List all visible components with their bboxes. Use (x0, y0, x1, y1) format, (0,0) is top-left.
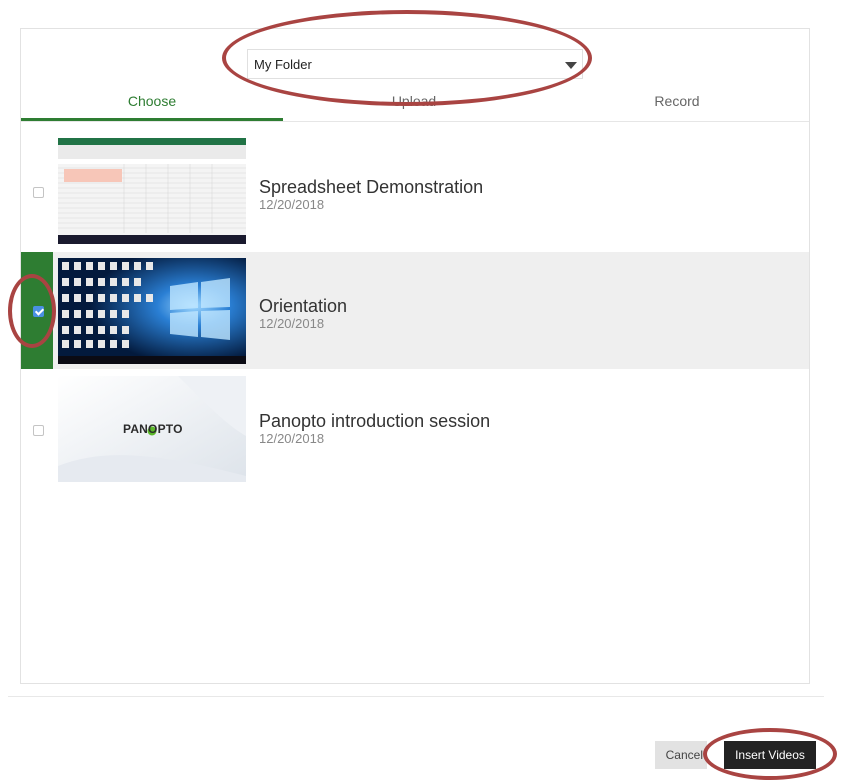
tab-bar: Choose Upload Record (21, 91, 809, 122)
footer-divider (8, 696, 824, 697)
video-date: 12/20/2018 (259, 316, 325, 331)
video-checkbox[interactable] (33, 425, 44, 436)
tab-choose[interactable]: Choose (21, 93, 283, 121)
folder-select[interactable]: My Folder (247, 49, 583, 79)
video-title[interactable]: Orientation (259, 296, 347, 317)
video-thumbnail: PANOPTO (58, 376, 246, 482)
video-picker-panel: My Folder Choose Upload Record Spreadshe… (20, 28, 810, 684)
video-thumbnail (58, 138, 246, 244)
panopto-logo: PANOPTO (123, 422, 183, 436)
video-date: 12/20/2018 (259, 431, 325, 446)
tab-record[interactable]: Record (545, 93, 809, 121)
video-date: 12/20/2018 (259, 197, 325, 212)
cancel-button[interactable]: Cancel (655, 741, 707, 769)
video-thumbnail (58, 258, 246, 364)
video-checkbox[interactable] (33, 306, 44, 317)
video-title[interactable]: Panopto introduction session (259, 411, 490, 432)
video-checkbox[interactable] (33, 187, 44, 198)
folder-select-value: My Folder (254, 57, 312, 72)
video-row[interactable]: PANOPTO Panopto introduction session 12/… (21, 369, 809, 486)
video-row[interactable]: Orientation 12/20/2018 (21, 252, 809, 369)
video-row[interactable]: Spreadsheet Demonstration 12/20/2018 (21, 133, 809, 250)
video-title[interactable]: Spreadsheet Demonstration (259, 177, 483, 198)
caret-down-icon[interactable] (563, 58, 579, 72)
active-tab-indicator (21, 118, 283, 121)
insert-videos-button[interactable]: Insert Videos (724, 741, 816, 769)
tab-upload[interactable]: Upload (283, 93, 545, 121)
